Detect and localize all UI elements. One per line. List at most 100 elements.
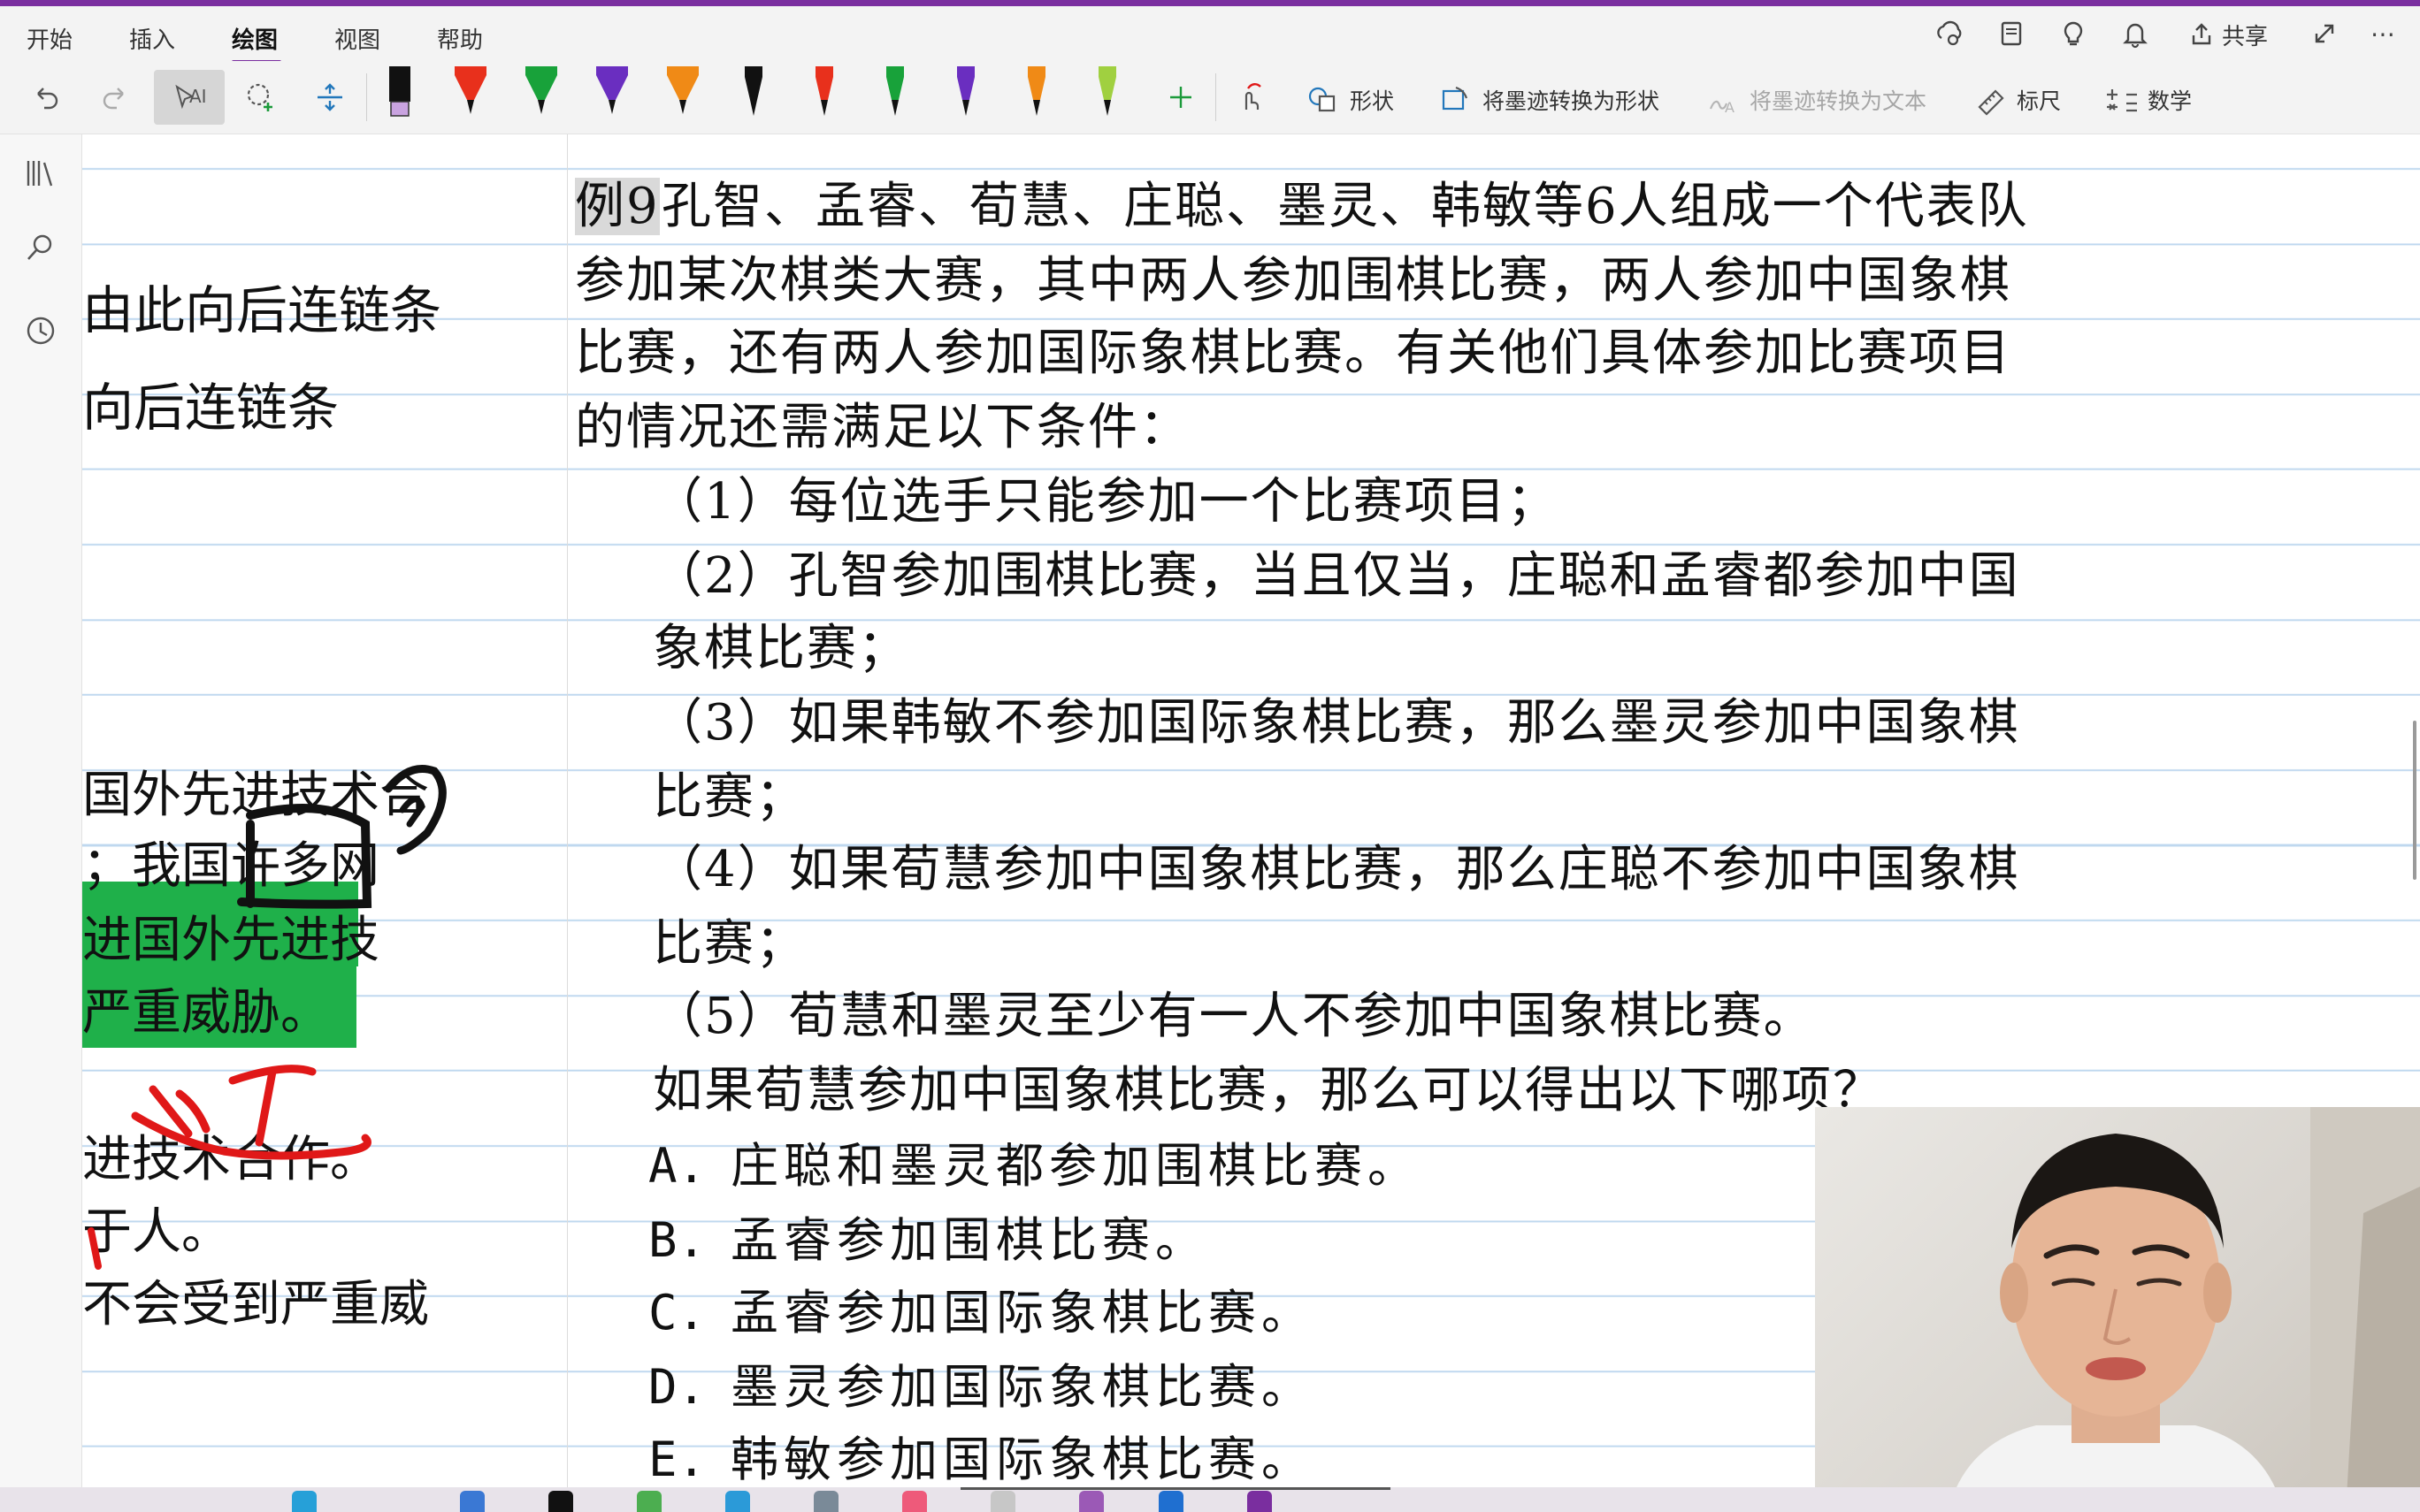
option-a: A. 庄聪和墨灵都参加围棋比赛。 <box>648 1126 1421 1196</box>
taskbar-app-icon[interactable] <box>991 1491 1015 1512</box>
condition-line: （2）孔智参加围棋比赛，当且仅当，庄聪和孟睿都参加中国 <box>653 547 2020 605</box>
ink-box-stroke <box>237 804 372 909</box>
bell-icon[interactable] <box>2119 19 2151 50</box>
pen-icon <box>667 66 699 114</box>
share-icon <box>2192 23 2211 45</box>
tab-view[interactable]: 视图 <box>334 22 380 55</box>
notebooks-icon[interactable] <box>19 152 62 195</box>
option-letter: E. <box>648 1432 707 1487</box>
tab-home[interactable]: 开始 <box>27 22 73 55</box>
shapes-button[interactable]: 形状 <box>1306 84 1394 116</box>
ink-annotations <box>88 765 447 1270</box>
lasso-icon <box>247 83 272 111</box>
touch-draw-icon <box>1244 83 1261 110</box>
taskbar-app-icon[interactable] <box>725 1491 750 1512</box>
option-b: B. 孟睿参加围棋比赛。 <box>648 1201 1208 1271</box>
option-letter: B. <box>648 1212 707 1268</box>
taskbar-app-icon[interactable] <box>902 1491 927 1512</box>
option-text: 墨灵参加国际象棋比赛。 <box>731 1359 1315 1415</box>
ruler-label: 标尺 <box>2017 88 2062 114</box>
fine-pen[interactable] <box>807 61 842 134</box>
felt-pen[interactable] <box>594 61 630 134</box>
undo-icon <box>37 88 58 110</box>
pen-icon <box>957 66 975 116</box>
window-accent-bar <box>0 0 2420 6</box>
ink-to-text-button[interactable]: A 将墨迹转换为文本 <box>1705 84 1926 116</box>
svg-text:AI: AI <box>189 86 207 107</box>
fine-pen[interactable] <box>877 61 913 134</box>
search-icon[interactable] <box>19 226 62 269</box>
toolbar-separator <box>366 73 367 121</box>
option-d: D. 墨灵参加国际象棋比赛。 <box>648 1348 1314 1417</box>
math-button[interactable]: 数学 <box>2105 84 2192 116</box>
option-text: 庄聪和墨灵都参加围棋比赛。 <box>731 1138 1421 1194</box>
math-label: 数学 <box>2148 88 2193 114</box>
more-options-icon[interactable]: ⋯ <box>2367 19 2399 50</box>
taskbar-app-icon[interactable] <box>1247 1491 1272 1512</box>
option-text: 孟睿参加国际象棋比赛。 <box>731 1285 1315 1340</box>
add-pen-button[interactable] <box>1160 75 1201 119</box>
redo-button[interactable] <box>96 75 136 119</box>
question-number-label: 例9 <box>575 178 660 235</box>
lasso-select-button[interactable] <box>239 75 283 119</box>
highlighter-pen[interactable] <box>382 61 417 134</box>
option-letter: A. <box>648 1138 707 1194</box>
taskbar-app-icon[interactable] <box>814 1491 839 1512</box>
ink-to-text-icon: A <box>1709 99 1735 116</box>
fine-pen[interactable] <box>1019 61 1054 134</box>
ink-to-shape-label: 将墨迹转换为形状 <box>1482 88 1660 114</box>
option-letter: D. <box>648 1359 707 1415</box>
taskbar-app-icon[interactable] <box>292 1491 317 1512</box>
ruler-button[interactable]: 标尺 <box>1974 84 2061 116</box>
tab-help[interactable]: 帮助 <box>437 22 483 55</box>
add-space-button[interactable] <box>308 75 352 119</box>
share-label: 共享 <box>2222 23 2269 50</box>
taskbar-app-icon[interactable] <box>1079 1491 1104 1512</box>
page-view-icon[interactable] <box>1995 19 2027 50</box>
ink-question-stroke <box>399 796 425 828</box>
pen-icon <box>745 66 762 116</box>
condition-line: （3）如果韩敏不参加国际象棋比赛，那么墨灵参加中国象棋 <box>653 694 2020 752</box>
taskbar-app-icon[interactable] <box>548 1491 573 1512</box>
option-e: E. 韩敏参加国际象棋比赛。 <box>648 1420 1314 1487</box>
recent-notes-icon[interactable] <box>19 309 62 352</box>
type-select-tool-button[interactable]: AI <box>154 70 225 125</box>
draw-toolbar: AI 形状 将墨迹转换为形状 A 将墨迹转换为文本 标尺 数学 <box>0 61 2420 134</box>
share-button[interactable]: 共享 <box>2188 17 2268 52</box>
felt-pen[interactable] <box>665 61 701 134</box>
shapes-label: 形状 <box>1350 88 1395 114</box>
ink-to-shape-button[interactable]: 将墨迹转换为形状 <box>1438 84 1659 116</box>
lightbulb-icon[interactable] <box>2057 19 2089 50</box>
sync-status-icon[interactable] <box>1934 19 1965 50</box>
question-prompt: 如果荀慧参加中国象棋比赛，那么可以得出以下哪项？ <box>653 1062 1884 1119</box>
draw-with-touch-button[interactable] <box>1228 75 1272 119</box>
add-space-icon <box>318 83 342 111</box>
fine-pen[interactable] <box>1090 61 1125 134</box>
navigation-sidebar <box>0 134 82 1487</box>
pen-icon <box>1099 66 1116 116</box>
option-c: C. 孟睿参加国际象棋比赛。 <box>648 1273 1314 1343</box>
taskbar-app-icon[interactable] <box>460 1491 485 1512</box>
tab-draw[interactable]: 绘图 <box>232 22 278 55</box>
pen-icon <box>455 66 486 114</box>
taskbar-app-icon[interactable] <box>1159 1491 1183 1512</box>
condition-line: （1）每位选手只能参加一个比赛项目； <box>653 473 1558 531</box>
undo-button[interactable] <box>25 75 65 119</box>
option-letter: C. <box>648 1285 707 1340</box>
question-number: 例9 <box>575 166 660 238</box>
fine-pen[interactable] <box>736 61 771 134</box>
fine-pen[interactable] <box>948 61 984 134</box>
felt-pen[interactable] <box>453 61 488 134</box>
active-window-indicator <box>961 1487 1390 1490</box>
expand-icon[interactable] <box>2309 19 2340 50</box>
felt-pen[interactable] <box>524 61 559 134</box>
question-line: 孔智、孟睿、荀慧、庄聪、墨灵、韩敏等6人组成一个代表队 <box>662 178 2029 235</box>
toolbar-separator <box>1215 73 1216 121</box>
ribbon-tabs: 开始 插入 绘图 视图 帮助 共享 ⋯ <box>0 6 2420 65</box>
tab-insert[interactable]: 插入 <box>129 22 175 55</box>
webcam-overlay <box>1815 1107 2420 1512</box>
taskbar-app-icon[interactable] <box>637 1491 662 1512</box>
condition-line: 比赛； <box>653 915 807 973</box>
vertical-scrollbar[interactable] <box>2413 721 2416 880</box>
question-line: 的情况还需满足以下条件： <box>575 399 1191 456</box>
